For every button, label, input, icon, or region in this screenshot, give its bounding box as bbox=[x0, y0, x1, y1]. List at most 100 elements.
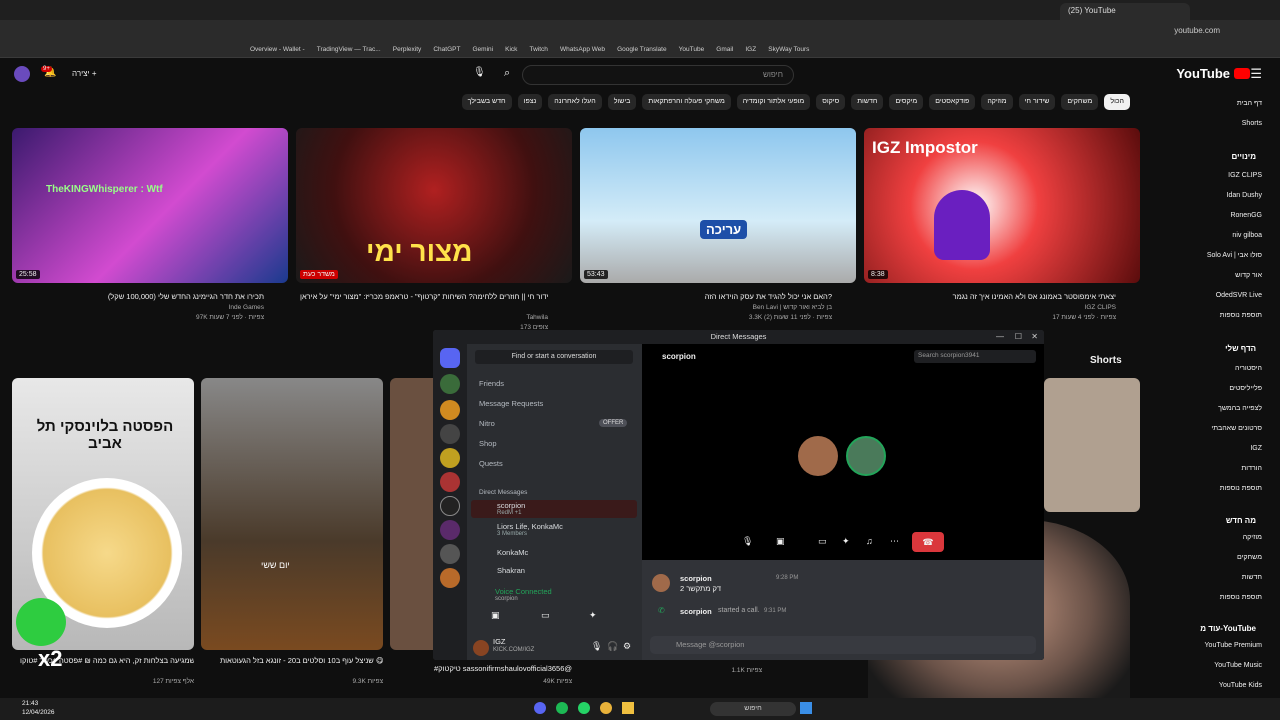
maximize-icon[interactable]: ☐ bbox=[1015, 332, 1022, 341]
bookmark[interactable]: WhatsApp Web bbox=[560, 42, 605, 57]
user-avatar[interactable] bbox=[473, 640, 489, 656]
dm-name[interactable]: Shakran bbox=[497, 566, 525, 575]
sidebar-show-more[interactable]: תוספת נוספות bbox=[1220, 485, 1262, 492]
sidebar-you-item[interactable]: IGZ bbox=[1250, 445, 1262, 452]
settings-icon[interactable]: ⚙ bbox=[623, 641, 631, 652]
short-title[interactable]: #טיקטוק sassonifirmshaulovofficial3656@ bbox=[410, 664, 572, 673]
bookmark[interactable]: TradingView — Trac... bbox=[317, 42, 381, 57]
bookmark[interactable]: IGZ bbox=[745, 42, 756, 57]
avatar[interactable] bbox=[14, 66, 30, 82]
chip[interactable]: הכול bbox=[1104, 94, 1130, 110]
video-thumbnail[interactable]: מצור ימי משדר כעת bbox=[296, 128, 572, 283]
create-button[interactable]: יצירה + bbox=[72, 69, 97, 78]
camera-icon[interactable]: ▣ bbox=[491, 610, 500, 621]
chip[interactable]: מוזיקה bbox=[981, 94, 1013, 110]
chip[interactable]: שידור חי bbox=[1018, 94, 1056, 110]
sidebar-you-item[interactable]: לצפייה בהמשך bbox=[1218, 405, 1262, 412]
video-channel[interactable]: Inde Games bbox=[180, 304, 264, 311]
chip[interactable]: העלו לאחרונה bbox=[548, 94, 602, 110]
end-call-button[interactable]: ☎ bbox=[912, 532, 944, 552]
short-thumbnail[interactable] bbox=[1044, 378, 1140, 512]
video-title[interactable]: האם אני יכול להגיד את עסק הוידאו הזה? bbox=[660, 292, 832, 301]
browser-url-bar[interactable]: youtube.com bbox=[0, 20, 1280, 42]
message-author[interactable]: scorpion bbox=[680, 574, 712, 583]
spotify-icon[interactable] bbox=[556, 702, 568, 714]
sidebar-you-item[interactable]: הורדות bbox=[1241, 465, 1262, 472]
tab-youtube[interactable]: (25) YouTube bbox=[1060, 3, 1190, 20]
video-channel[interactable]: IGZ CLIPS bbox=[1020, 304, 1116, 311]
server-icon[interactable] bbox=[440, 520, 460, 540]
sidebar-item-home[interactable]: דף הבית bbox=[1237, 100, 1262, 107]
search-input[interactable]: חיפוש bbox=[522, 65, 794, 85]
sidebar-show-more[interactable]: תוספת נוספות bbox=[1220, 312, 1262, 319]
discord-home-icon[interactable] bbox=[440, 348, 460, 368]
chat-search-input[interactable]: Search scorpion3941 bbox=[914, 350, 1036, 363]
video-title[interactable]: תכירו את חדר הגיימינג החדש שלי (100,000 … bbox=[100, 292, 264, 301]
sidebar-more-item[interactable]: YouTube Kids bbox=[1219, 682, 1262, 689]
find-conversation-input[interactable]: Find or start a conversation bbox=[475, 350, 633, 364]
chip[interactable]: נצפו bbox=[517, 94, 543, 110]
video-title[interactable]: שידור חי || חוזרים ללחימה? השיחות "קרטוף… bbox=[300, 292, 548, 301]
video-title[interactable]: יצאתי אימפוסטר באמונג אס ולא האמינו איך … bbox=[900, 292, 1116, 301]
close-icon[interactable]: ✕ bbox=[1031, 332, 1038, 341]
sidebar-sub[interactable]: RonenGG bbox=[1230, 212, 1262, 219]
mic-toggle-icon[interactable]: 🎙 bbox=[742, 536, 753, 547]
bookmark[interactable]: Gemini bbox=[473, 42, 494, 57]
sidebar-show-more[interactable]: תוספת נוספות bbox=[1220, 594, 1262, 601]
chip[interactable]: מופעי אלתור וקומדיה bbox=[736, 94, 811, 110]
you-heading[interactable]: הדף שלי bbox=[1225, 344, 1256, 353]
folder-icon[interactable] bbox=[622, 702, 634, 714]
nav-message-requests[interactable]: Message Requests bbox=[479, 399, 543, 408]
sidebar-explore-item[interactable]: מוזיקה bbox=[1243, 534, 1262, 541]
chip[interactable]: משחקים bbox=[1061, 94, 1099, 110]
search-icon[interactable]: ⌕ bbox=[504, 67, 510, 80]
menu-icon[interactable]: ☰ bbox=[1250, 66, 1262, 82]
chip[interactable]: בישול bbox=[607, 94, 637, 110]
screen-share-icon[interactable]: ▭ bbox=[541, 610, 550, 621]
bookmark[interactable]: SkyWay Tours bbox=[768, 42, 809, 57]
video-channel[interactable]: Ben Lavi | בן לביא ואור קדוש bbox=[700, 304, 832, 311]
subscriptions-heading[interactable]: מינויים bbox=[1231, 152, 1256, 161]
whatsapp-icon[interactable] bbox=[578, 702, 590, 714]
chip[interactable]: סיקוס bbox=[816, 94, 846, 110]
screen-share-icon[interactable]: ▭ bbox=[818, 536, 827, 547]
video-channel[interactable]: Tahwila bbox=[468, 314, 548, 321]
sidebar-item-shorts[interactable]: Shorts bbox=[1242, 120, 1262, 127]
video-thumbnail[interactable]: TheKINGWhisperer : Wtf 25:58 bbox=[12, 128, 288, 283]
soundboard-icon[interactable]: ♫ bbox=[866, 536, 873, 546]
nav-friends[interactable]: Friends bbox=[479, 379, 504, 388]
chip[interactable]: חדש בשבילך bbox=[461, 94, 512, 110]
dm-item-active[interactable] bbox=[471, 500, 637, 518]
sidebar-more-item[interactable]: YouTube Music bbox=[1214, 662, 1262, 669]
sidebar-sub[interactable]: OdedSVR Live bbox=[1216, 292, 1262, 299]
activities-icon[interactable]: ✦ bbox=[842, 536, 850, 547]
server-icon[interactable] bbox=[440, 424, 460, 444]
chip[interactable]: חדשות bbox=[851, 94, 884, 110]
video-thumbnail[interactable]: IGZ Impostor 8:38 bbox=[864, 128, 1140, 283]
sidebar-you-item[interactable]: סרטונים שאהבתי bbox=[1211, 425, 1262, 432]
nav-nitro[interactable]: Nitro bbox=[479, 419, 495, 428]
bookmark[interactable]: Twitch bbox=[530, 42, 548, 57]
sidebar-sub[interactable]: אור קדוש bbox=[1235, 272, 1262, 279]
nav-shop[interactable]: Shop bbox=[479, 439, 497, 448]
chip[interactable]: פודקאסטים bbox=[929, 94, 976, 110]
bookmark[interactable]: Kick bbox=[505, 42, 517, 57]
youtube-logo[interactable]: YouTube bbox=[1176, 66, 1250, 81]
chip[interactable]: מיקסים bbox=[889, 94, 924, 110]
message-input[interactable]: Message @scorpion bbox=[650, 636, 1036, 654]
short-thumbnail[interactable]: יום ששי bbox=[201, 378, 383, 650]
discord-taskbar-icon[interactable] bbox=[534, 702, 546, 714]
server-icon[interactable] bbox=[440, 374, 460, 394]
sidebar-more-item[interactable]: YouTube Premium bbox=[1205, 642, 1262, 649]
sidebar-sub[interactable]: Idan Dushy bbox=[1227, 192, 1262, 199]
server-icon[interactable] bbox=[440, 448, 460, 468]
windows-start-icon[interactable] bbox=[800, 702, 812, 714]
mic-icon[interactable]: 🎙 bbox=[473, 67, 486, 78]
server-icon[interactable] bbox=[440, 400, 460, 420]
bookmark[interactable]: Overview - Wallet - bbox=[250, 42, 305, 57]
bookmark[interactable]: Perplexity bbox=[393, 42, 422, 57]
sidebar-sub[interactable]: IGZ CLIPS bbox=[1228, 172, 1262, 179]
sidebar-explore-item[interactable]: חדשות bbox=[1242, 574, 1262, 581]
nav-quests[interactable]: Quests bbox=[479, 459, 503, 468]
sidebar-sub[interactable]: Solo Avi | סולו אבי bbox=[1207, 252, 1262, 259]
